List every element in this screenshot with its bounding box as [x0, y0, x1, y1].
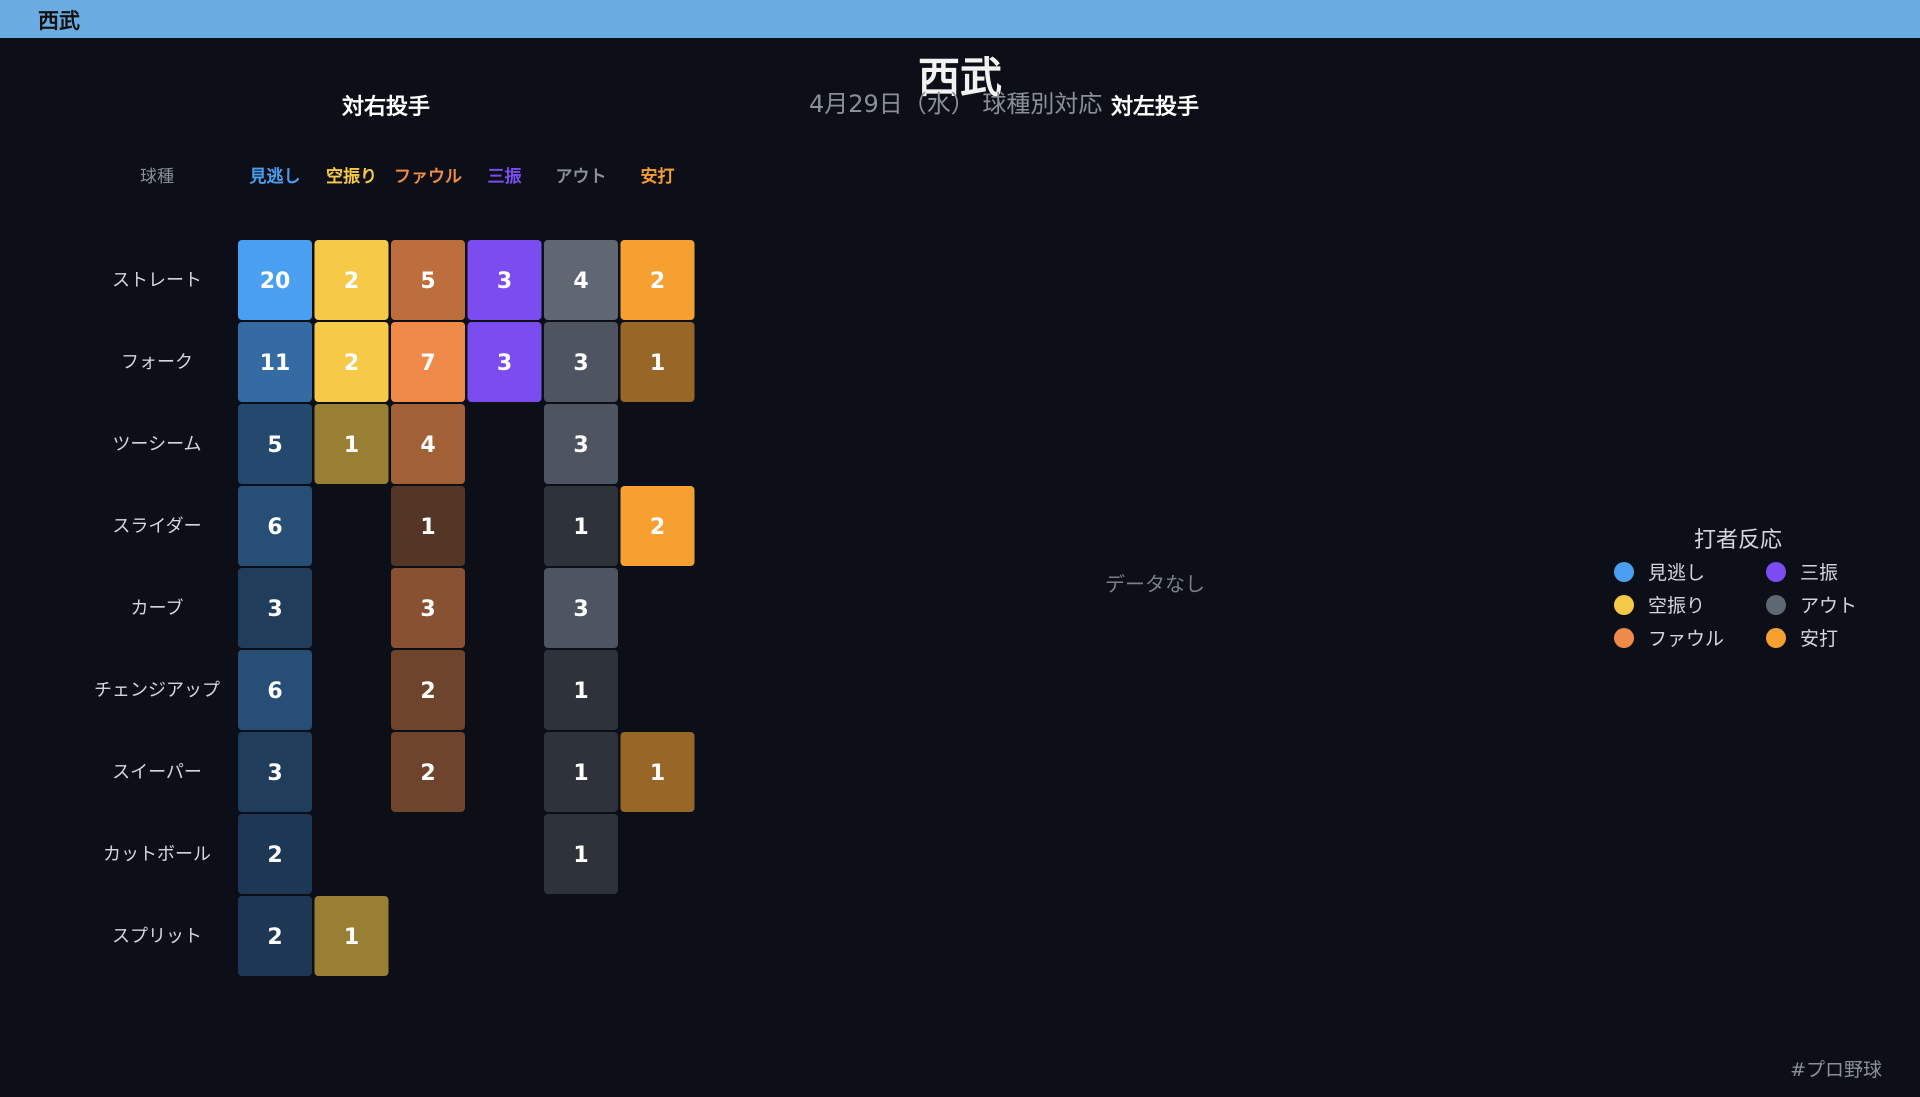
cell-value-label: 2: [420, 679, 435, 704]
cell-value-label: 2: [650, 269, 665, 294]
cell-value-label: 1: [650, 761, 665, 786]
row-label: スイーパー: [112, 762, 202, 783]
legend-item-karaburi: 空振り: [1598, 591, 1750, 618]
row-label: スプリット: [112, 926, 202, 947]
cell-value-label: 3: [267, 761, 282, 786]
cell-value-label: 2: [650, 515, 665, 540]
column-header-label: アウト: [556, 167, 607, 187]
row-label: カーブ: [131, 597, 184, 619]
legend-title: 打者反応: [1693, 528, 1782, 553]
row-label: フォーク: [121, 352, 193, 373]
cell-value-label: 1: [420, 515, 435, 540]
row-label: スライダー: [112, 516, 201, 537]
heatmap-right-pitcher: 球種 見逃し 空振り ファウル 三振 アウト 安打ストレート 20 2 5 3 4 2フォーク 11 2 7 3…: [94, 166, 695, 976]
legend-items: 見逃し 三振 空振り アウト ファウル 安打: [1598, 558, 1878, 651]
legend-item-sanshin: 三振: [1750, 558, 1878, 585]
column-header-label: 見逃し: [249, 166, 301, 187]
cell-value-label: 1: [650, 351, 665, 376]
legend-item-minogashi: 見逃し: [1598, 558, 1750, 585]
legend-swatch: [1614, 594, 1634, 615]
legend-label: 見逃し: [1648, 562, 1706, 584]
column-header-label: 空振り: [326, 166, 377, 187]
cell-value-label: 2: [267, 843, 282, 868]
row-header-label: 球種: [140, 167, 174, 187]
cell-value-label: 3: [497, 269, 512, 294]
legend-label: アウト: [1800, 595, 1858, 617]
column-header-label: 三振: [488, 166, 522, 187]
legend-label: 三振: [1800, 562, 1839, 584]
cell-value-label: 2: [344, 351, 359, 376]
legend-item-foul: ファウル: [1598, 624, 1750, 651]
cell-value-label: 1: [573, 679, 588, 704]
row-label: チェンジアップ: [94, 680, 220, 701]
cell-value-label: 4: [573, 269, 588, 294]
cell-value-label: 11: [260, 351, 291, 376]
cell-value-label: 3: [497, 351, 512, 376]
cell-value-label: 7: [420, 351, 435, 376]
cell-value-label: 4: [420, 433, 435, 458]
column-header-label: ファウル: [394, 167, 462, 187]
panel-title-left-pitcher: 対左投手: [1110, 95, 1199, 120]
legend-swatch: [1766, 561, 1786, 582]
row-label: ツーシーム: [112, 434, 201, 455]
cell-value-label: 3: [573, 597, 588, 622]
column-header-label: 安打: [641, 166, 675, 187]
cell-value-label: 6: [267, 515, 282, 540]
cell-value-label: 6: [267, 679, 282, 704]
legend-item-anda: 安打: [1750, 624, 1878, 651]
legend-swatch: [1614, 627, 1634, 648]
cell-value-label: 5: [267, 433, 282, 458]
legend-label: ファウル: [1648, 628, 1725, 650]
hashtag: #プロ野球: [1790, 1059, 1882, 1081]
cell-value-label: 3: [267, 597, 282, 622]
cell-value-label: 2: [420, 761, 435, 786]
cell-value-label: 1: [573, 843, 588, 868]
row-label: カットボール: [103, 844, 211, 865]
legend-swatch: [1766, 627, 1786, 648]
legend: 打者反応 見逃し 三振 空振り アウト ファウル 安打: [1598, 522, 1878, 651]
cell-value-label: 20: [260, 269, 291, 294]
cell-value-label: 2: [344, 269, 359, 294]
legend-item-out: アウト: [1750, 591, 1878, 618]
cell-value-label: 3: [573, 351, 588, 376]
legend-swatch: [1614, 561, 1634, 582]
legend-swatch: [1766, 594, 1786, 615]
cell-value-label: 5: [420, 269, 435, 294]
cell-value-label: 1: [344, 433, 359, 458]
cell-value-label: 1: [573, 515, 588, 540]
cell-value-label: 3: [420, 597, 435, 622]
cell-value-label: 2: [267, 925, 282, 950]
legend-label: 安打: [1800, 628, 1839, 650]
cell-value-label: 1: [573, 761, 588, 786]
legend-label: 空振り: [1648, 595, 1706, 617]
cell-value-label: 1: [344, 925, 359, 950]
row-label: ストレート: [112, 270, 202, 291]
cell-value-label: 3: [573, 433, 588, 458]
no-data-label: データなし: [1105, 572, 1205, 596]
